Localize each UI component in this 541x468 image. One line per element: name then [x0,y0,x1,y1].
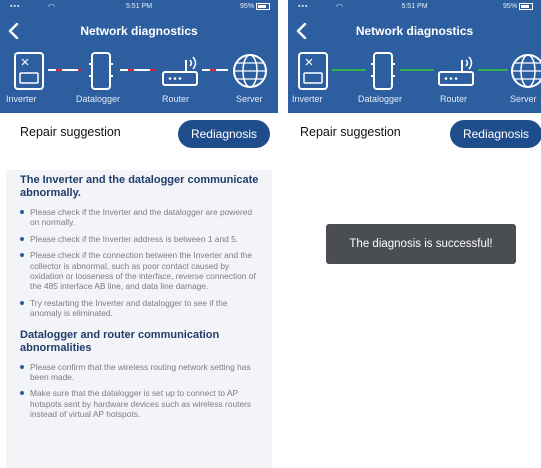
navbar: Network diagnostics [288,14,541,48]
datalogger-node [368,50,398,92]
battery-indicator: 95% [240,0,270,14]
node-label-server: Server [236,94,263,104]
signal-icon: ▪▪▪ [10,3,21,10]
link-datalogger-router [120,69,156,71]
page-title: Network diagnostics [355,24,474,38]
globe-icon [233,54,267,88]
globe-icon [511,54,541,88]
list-item: Please confirm that the wireless routing… [20,362,260,383]
header: ▪▪▪ ◠ 5:51 PM 95% Network diagnostics In… [0,0,278,113]
status-time: 5:51 PM [401,3,428,10]
status-bar: ▪▪▪ ◠ 5:51 PM 95% [288,0,541,14]
battery-percent: 95% [503,3,518,10]
router-icon [438,56,474,86]
server-node [230,50,270,92]
node-label-inverter: Inverter [6,94,37,104]
signal-icon: ▪▪▪ [298,3,309,10]
repair-suggestion-row: Repair suggestion Rediagnosis [288,113,541,153]
node-label-inverter: Inverter [292,94,323,104]
router-icon [162,56,198,86]
success-toast: The diagnosis is successful! [326,224,516,264]
diagnostics-screen-success: ▪▪▪ ◠ 5:51 PM 95% Network diagnostics In… [288,0,541,468]
link-inverter-datalogger [48,69,82,71]
router-node [160,50,200,92]
repair-suggestion-label: Repair suggestion [20,125,121,139]
network-diagram: Inverter Datalogger Router Server [288,48,541,113]
link-router-server [478,69,508,71]
battery-indicator: 95% [503,0,533,14]
header: ▪▪▪ ◠ 5:51 PM 95% Network diagnostics In… [288,0,541,113]
issue-title: The Inverter and the datalogger communic… [20,174,259,199]
link-datalogger-router [400,69,434,71]
datalogger-icon [89,52,113,90]
repair-suggestion-label: Repair suggestion [300,125,401,139]
list-item: Please check if the connection between t… [20,250,260,292]
repair-suggestions-panel: The Inverter and the datalogger communic… [6,170,272,468]
rediagnosis-button[interactable]: Rediagnosis [450,120,541,148]
page-title: Network diagnostics [80,24,198,38]
inverter-node [296,50,330,92]
router-node [436,50,476,92]
battery-icon [256,2,270,10]
rediagnosis-button[interactable]: Rediagnosis [178,120,270,148]
wifi-icon: ◠ [48,2,55,11]
status-bar: ▪▪▪ ◠ 5:51 PM 95% [0,0,278,14]
inverter-icon [298,52,328,90]
navbar: Network diagnostics [0,14,278,48]
network-diagram: Inverter Datalogger Router Server [0,48,278,113]
list-item: Please check if the Inverter and the dat… [20,207,260,228]
issue-list: Please confirm that the wireless routing… [6,362,272,420]
inverter-node [12,50,46,92]
node-label-router: Router [162,94,190,104]
datalogger-icon [371,52,395,90]
link-inverter-datalogger [332,69,366,71]
node-label-server: Server [510,94,537,104]
list-item: Please check if the Inverter address is … [20,234,260,244]
server-node [508,50,541,92]
wifi-icon: ◠ [336,2,343,11]
link-router-server [202,69,228,71]
list-item: Try restarting the Inverter and datalogg… [20,298,260,319]
diagnostics-screen-failed: ▪▪▪ ◠ 5:51 PM 95% Network diagnostics In… [0,0,278,468]
issue-list: Please check if the Inverter and the dat… [6,207,272,319]
inverter-icon [14,52,44,90]
battery-icon [519,2,533,10]
issue-title: Datalogger and router communication abno… [20,328,220,354]
node-label-router: Router [440,94,468,104]
battery-percent: 95% [240,3,255,10]
repair-suggestion-row: Repair suggestion Rediagnosis [0,113,278,153]
list-item: Make sure that the datalogger is set up … [20,388,260,419]
datalogger-node [86,50,116,92]
status-time: 5:51 PM [125,3,153,10]
node-label-datalogger: Datalogger [76,94,121,104]
node-label-datalogger: Datalogger [358,94,403,104]
